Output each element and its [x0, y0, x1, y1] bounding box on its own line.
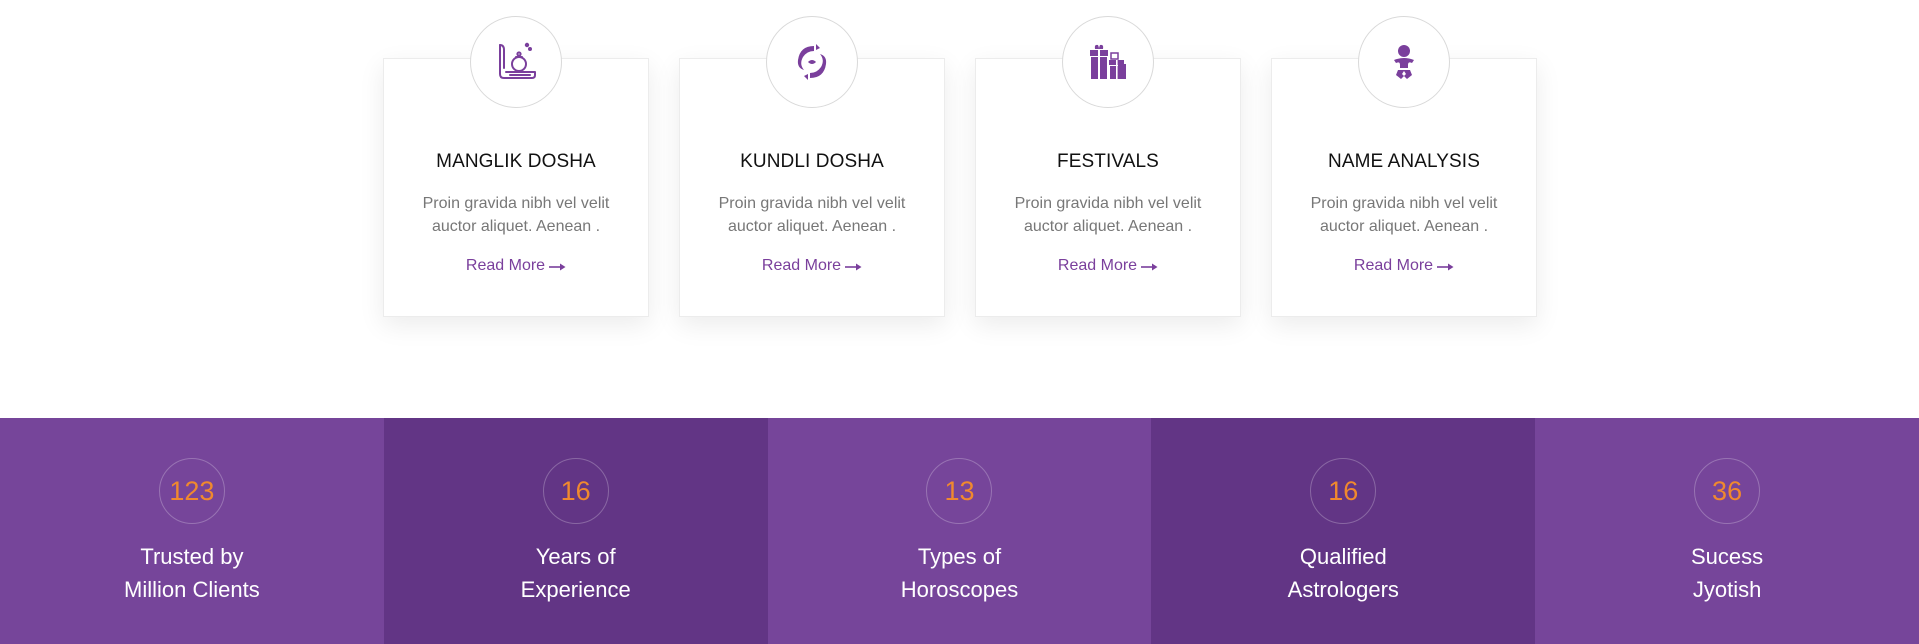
- stat-value: 36: [1694, 458, 1761, 524]
- stat-success-jyotish: 36 Sucess Jyotish: [1535, 418, 1919, 644]
- stat-value: 13: [926, 458, 993, 524]
- stat-label: Qualified Astrologers: [1151, 540, 1535, 606]
- service-title: KUNDLI DOSHA: [740, 151, 884, 172]
- service-card-manglik-dosha: MANGLIK DOSHA Proin gravida nibh vel vel…: [383, 16, 649, 317]
- arrow-right-icon: [1141, 263, 1158, 271]
- pisces-icon: [797, 44, 827, 80]
- arrow-right-icon: [1437, 263, 1454, 271]
- stats-section: 123 Trusted by Million Clients 16 Years …: [0, 418, 1919, 644]
- service-description: Proin gravida nibh vel velit auctor aliq…: [422, 195, 610, 235]
- stat-label-line: Astrologers: [1287, 577, 1399, 602]
- stat-label-line: Jyotish: [1692, 577, 1762, 602]
- service-description: Proin gravida nibh vel velit auctor aliq…: [718, 195, 906, 235]
- stat-label-line: Experience: [520, 577, 631, 602]
- stat-label: Types of Horoscopes: [768, 540, 1152, 606]
- read-more-link[interactable]: Read More: [1272, 257, 1536, 275]
- stat-label: Years of Experience: [384, 540, 768, 606]
- stat-label-line: Sucess: [1691, 544, 1764, 569]
- baby-icon: [1394, 45, 1414, 79]
- service-description: Proin gravida nibh vel velit auctor aliq…: [1310, 195, 1498, 235]
- stat-qualified-astrologers: 16 Qualified Astrologers: [1151, 418, 1536, 644]
- stat-label-line: Horoscopes: [900, 577, 1019, 602]
- arrow-right-icon: [549, 263, 566, 271]
- stat-label-line: Types of: [917, 544, 1002, 569]
- service-card-festivals: FESTIVALS Proin gravida nibh vel velit a…: [975, 16, 1241, 317]
- service-card-kundli-dosha: KUNDLI DOSHA Proin gravida nibh vel veli…: [679, 16, 945, 317]
- read-more-label: Read More: [465, 257, 546, 274]
- service-icon-circle: [766, 16, 858, 108]
- read-more-label: Read More: [761, 257, 842, 274]
- stat-label-line: Million Clients: [124, 577, 260, 602]
- service-title: NAME ANALYSIS: [1328, 151, 1480, 172]
- stat-label-line: Years of: [535, 544, 616, 569]
- stat-label-line: Qualified: [1299, 544, 1387, 569]
- stat-trusted-clients: 123 Trusted by Million Clients: [0, 418, 384, 644]
- service-icon-circle: [1358, 16, 1450, 108]
- stat-value: 16: [542, 458, 609, 524]
- arrow-right-icon: [845, 263, 862, 271]
- stat-years-experience: 16 Years of Experience: [383, 418, 768, 644]
- read-more-label: Read More: [1057, 257, 1138, 274]
- service-icon-circle: [1062, 16, 1154, 108]
- gift-boxes-icon: [1090, 44, 1126, 79]
- hand-crystal-ball-icon: [499, 42, 536, 79]
- service-title: FESTIVALS: [1057, 151, 1159, 172]
- stat-value: 123: [158, 458, 225, 524]
- stat-label: Trusted by Million Clients: [0, 540, 384, 606]
- stat-label-line: Trusted by: [140, 544, 244, 569]
- services-section: MANGLIK DOSHA Proin gravida nibh vel vel…: [0, 0, 1919, 418]
- stat-value: 16: [1310, 458, 1377, 524]
- service-title: MANGLIK DOSHA: [436, 151, 596, 172]
- stat-horoscope-types: 13 Types of Horoscopes: [767, 418, 1152, 644]
- stat-label: Sucess Jyotish: [1535, 540, 1919, 606]
- read-more-link[interactable]: Read More: [384, 257, 648, 275]
- service-icon-circle: [470, 16, 562, 108]
- read-more-link[interactable]: Read More: [976, 257, 1240, 275]
- read-more-link[interactable]: Read More: [680, 257, 944, 275]
- service-description: Proin gravida nibh vel velit auctor aliq…: [1014, 195, 1202, 235]
- service-card-name-analysis: NAME ANALYSIS Proin gravida nibh vel vel…: [1271, 16, 1537, 317]
- read-more-label: Read More: [1353, 257, 1434, 274]
